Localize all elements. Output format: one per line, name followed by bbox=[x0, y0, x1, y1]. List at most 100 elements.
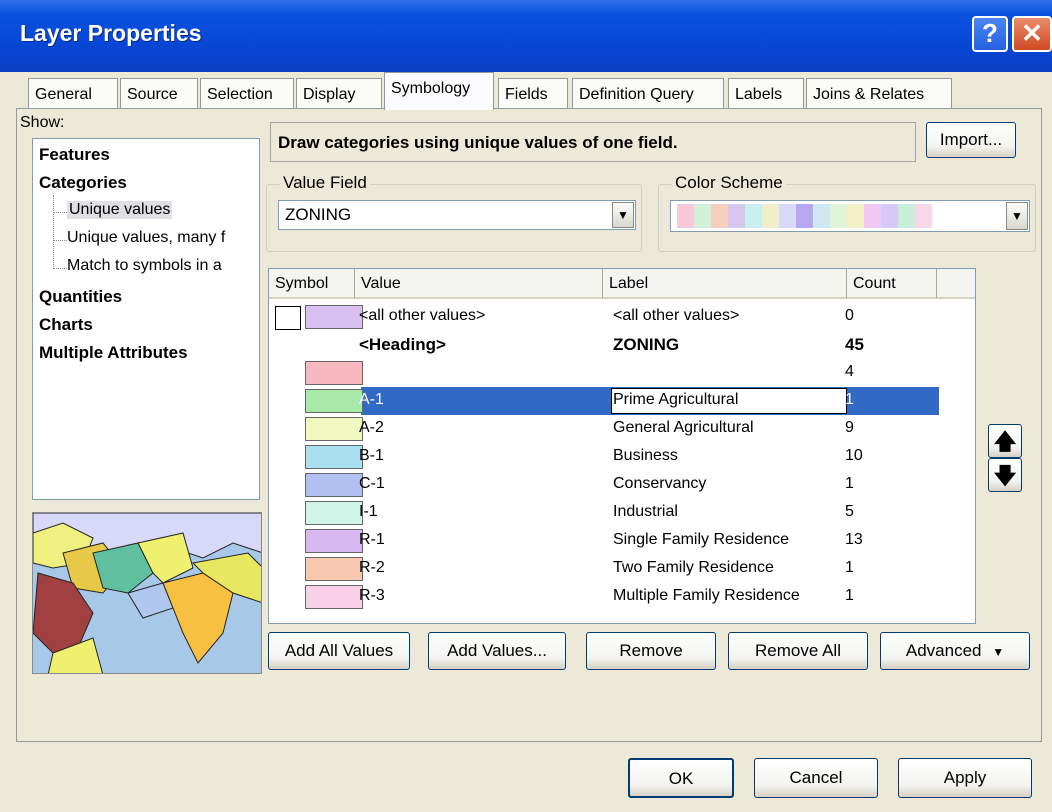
symbol-swatch[interactable] bbox=[305, 361, 363, 385]
tree-item-unique-values-many-f[interactable]: Unique values, many f bbox=[67, 229, 225, 247]
color-swatch bbox=[881, 204, 898, 228]
column-header-blank bbox=[937, 269, 975, 299]
show-label: Show: bbox=[20, 114, 65, 131]
tree-connector bbox=[53, 268, 67, 269]
row-count: 45 bbox=[845, 335, 864, 354]
tree-item-quantities[interactable]: Quantities bbox=[39, 287, 122, 307]
add-all-values-button[interactable]: Add All Values bbox=[268, 632, 410, 670]
row-count: 5 bbox=[845, 503, 854, 520]
symbol-swatch[interactable] bbox=[305, 501, 363, 525]
tree-item-categories[interactable]: Categories bbox=[39, 173, 127, 193]
color-swatch bbox=[694, 204, 711, 228]
row-count: 4 bbox=[845, 363, 854, 380]
add-values-button[interactable]: Add Values... bbox=[428, 632, 566, 670]
column-header-count[interactable]: Count bbox=[847, 269, 937, 299]
table-row[interactable]: I-1 Industrial 5 bbox=[269, 499, 975, 527]
color-swatch bbox=[779, 204, 796, 228]
column-header-symbol[interactable]: Symbol bbox=[269, 269, 355, 299]
tree-item-features[interactable]: Features bbox=[39, 145, 110, 165]
row-count: 13 bbox=[845, 531, 863, 548]
row-count: 1 bbox=[845, 559, 854, 576]
symbol-swatch[interactable] bbox=[305, 585, 363, 609]
table-row[interactable]: <all other values> <all other values> 0 bbox=[269, 303, 975, 331]
ok-button[interactable]: OK bbox=[628, 758, 734, 798]
symbol-list[interactable]: Symbol Value Label Count <all other valu… bbox=[268, 268, 976, 624]
row-count: 9 bbox=[845, 419, 854, 436]
table-row[interactable]: <Heading> ZONING 45 bbox=[269, 331, 975, 359]
row-label: Prime Agricultural bbox=[613, 391, 739, 408]
tab-definition-query[interactable]: Definition Query bbox=[572, 78, 724, 108]
symbol-swatch[interactable] bbox=[305, 305, 363, 329]
move-down-button[interactable]: 🡇 bbox=[988, 458, 1022, 492]
symbol-swatch[interactable] bbox=[305, 417, 363, 441]
row-label: ZONING bbox=[613, 335, 680, 354]
description-text: Draw categories using unique values of o… bbox=[278, 133, 678, 152]
symbol-swatch[interactable] bbox=[305, 473, 363, 497]
color-swatch bbox=[847, 204, 864, 228]
tab-joins-relates[interactable]: Joins & Relates bbox=[806, 78, 952, 108]
tab-labels[interactable]: Labels bbox=[728, 78, 804, 108]
symbol-outline bbox=[275, 306, 301, 330]
window-title: Layer Properties bbox=[20, 20, 202, 46]
map-preview bbox=[32, 512, 262, 674]
tab-selection[interactable]: Selection bbox=[200, 78, 294, 108]
column-header-value[interactable]: Value bbox=[355, 269, 603, 299]
row-label: General Agricultural bbox=[613, 419, 754, 436]
advanced-label: Advanced bbox=[905, 641, 982, 660]
chevron-down-icon[interactable]: ▼ bbox=[612, 202, 634, 228]
row-label: <all other values> bbox=[613, 307, 740, 324]
tree-item-charts[interactable]: Charts bbox=[39, 315, 93, 335]
row-value: C-1 bbox=[359, 475, 385, 492]
advanced-button[interactable]: Advanced ▼ bbox=[880, 632, 1030, 670]
tab-general[interactable]: General bbox=[28, 78, 118, 108]
value-field-legend: Value Field bbox=[280, 173, 370, 193]
tab-display[interactable]: Display bbox=[296, 78, 382, 108]
table-row[interactable]: R-2 Two Family Residence 1 bbox=[269, 555, 975, 583]
color-swatch bbox=[711, 204, 728, 228]
apply-button[interactable]: Apply bbox=[898, 758, 1032, 798]
chevron-down-icon[interactable]: ▼ bbox=[1006, 202, 1028, 230]
table-row[interactable]: R-3 Multiple Family Residence 1 bbox=[269, 583, 975, 611]
row-value: A-2 bbox=[359, 419, 384, 436]
row-value: <Heading> bbox=[359, 335, 446, 354]
symbol-swatch[interactable] bbox=[305, 445, 363, 469]
value-field-select[interactable]: ZONING ▼ bbox=[278, 200, 636, 230]
symbol-swatch[interactable] bbox=[305, 389, 363, 413]
tree-connector bbox=[53, 212, 67, 213]
table-row[interactable]: B-1 Business 10 bbox=[269, 443, 975, 471]
tab-source[interactable]: Source bbox=[120, 78, 198, 108]
row-value: R-3 bbox=[359, 587, 385, 604]
table-row[interactable]: R-1 Single Family Residence 13 bbox=[269, 527, 975, 555]
color-scheme-select[interactable]: ▼ bbox=[670, 200, 1030, 232]
import-button[interactable]: Import... bbox=[926, 122, 1016, 158]
symbol-swatch[interactable] bbox=[305, 529, 363, 553]
row-value: I-1 bbox=[359, 503, 378, 520]
color-swatch bbox=[796, 204, 813, 228]
column-header-label[interactable]: Label bbox=[603, 269, 847, 299]
close-button[interactable]: ✕ bbox=[1012, 16, 1052, 52]
tab-fields[interactable]: Fields bbox=[498, 78, 568, 108]
symbol-swatch[interactable] bbox=[305, 557, 363, 581]
color-ramp bbox=[677, 204, 932, 228]
row-count: 0 bbox=[845, 307, 854, 324]
color-swatch bbox=[745, 204, 762, 228]
remove-button[interactable]: Remove bbox=[586, 632, 716, 670]
tree-connector bbox=[53, 240, 67, 241]
remove-all-button[interactable]: Remove All bbox=[728, 632, 868, 670]
show-tree[interactable]: Features Categories Unique values Unique va… bbox=[32, 138, 260, 500]
tree-item-match-to-symbols-in-a[interactable]: Match to symbols in a bbox=[67, 257, 222, 275]
table-row[interactable]: C-1 Conservancy 1 bbox=[269, 471, 975, 499]
color-swatch bbox=[728, 204, 745, 228]
row-label: Conservancy bbox=[613, 475, 707, 492]
row-count: 1 bbox=[845, 475, 854, 492]
table-row[interactable]: A-1 Prime Agricultural 1 bbox=[269, 387, 975, 415]
color-swatch bbox=[915, 204, 932, 228]
tab-symbology[interactable]: Symbology bbox=[384, 72, 494, 110]
tree-item-unique-values[interactable]: Unique values bbox=[67, 201, 173, 219]
cancel-button[interactable]: Cancel bbox=[754, 758, 878, 798]
table-row[interactable]: 4 bbox=[269, 359, 975, 387]
table-row[interactable]: A-2 General Agricultural 9 bbox=[269, 415, 975, 443]
help-button[interactable]: ? bbox=[972, 16, 1008, 52]
tree-item-multiple-attributes[interactable]: Multiple Attributes bbox=[39, 343, 188, 363]
move-up-button[interactable]: 🡅 bbox=[988, 424, 1022, 458]
